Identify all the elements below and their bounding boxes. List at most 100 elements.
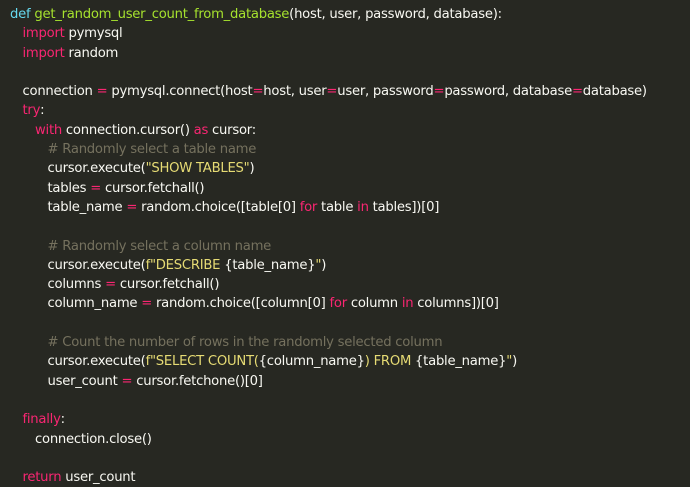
code-token: # Randomly select a column name — [47, 238, 272, 254]
code-line: return user_count — [10, 468, 690, 487]
code-token: = — [105, 277, 116, 293]
code-token: # Randomly select a table name — [47, 142, 257, 158]
code-token: connection.close() — [35, 431, 152, 447]
code-token: user_count — [61, 470, 136, 486]
code-line: cursor.execute(f"SELECT COUNT({column_na… — [10, 352, 690, 371]
code-line: user_count = cursor.fetchone()[0] — [10, 372, 690, 391]
code-editor[interactable]: def get_random_user_count_from_database(… — [0, 0, 690, 485]
code-token: {table_name} — [415, 354, 507, 370]
code-token: cursor.execute( — [47, 354, 146, 370]
code-token: import — [22, 26, 65, 42]
code-token: tables — [47, 180, 91, 196]
code-token: cursor.fetchall() — [101, 180, 205, 196]
code-line: try: — [10, 101, 690, 120]
code-token: table_name — [47, 199, 127, 215]
code-token: in — [357, 199, 369, 215]
code-line: tables = cursor.fetchall() — [10, 179, 690, 198]
code-line: columns = cursor.fetchall() — [10, 275, 690, 294]
code-line: table_name = random.choice([table[0] for… — [10, 198, 690, 217]
code-token: cursor.execute( — [47, 257, 146, 273]
code-token: ) — [249, 161, 255, 177]
code-token: host, user — [263, 84, 327, 100]
code-token: column — [346, 296, 402, 312]
code-token: database) — [582, 84, 647, 100]
code-token: columns — [47, 277, 106, 293]
code-token: user_count — [47, 373, 122, 389]
code-token: as — [193, 122, 209, 138]
code-line: cursor.execute("SHOW TABLES") — [10, 159, 690, 178]
code-token: return — [22, 470, 62, 486]
code-line: import random — [10, 44, 690, 63]
code-token: = — [571, 84, 583, 100]
code-token: # Count the number of rows in the random… — [47, 335, 443, 351]
code-line: # Randomly select a column name — [10, 237, 690, 256]
code-token: = — [121, 373, 133, 389]
code-token: user, password — [337, 84, 434, 100]
code-line: cursor.execute(f"DESCRIBE {table_name} ") — [10, 256, 690, 275]
code-token: get_random_user_count_from_database — [34, 7, 290, 22]
code-token: random — [64, 45, 119, 61]
code-line: def get_random_user_count_from_database(… — [10, 5, 690, 24]
code-token: in — [401, 296, 414, 312]
code-token: connection — [22, 84, 97, 100]
code-token: ) — [321, 257, 327, 273]
code-token: cursor.fetchone()[0] — [132, 373, 263, 389]
code-token: random.choice([column[0] — [152, 296, 330, 312]
code-token: for — [329, 296, 348, 312]
code-token: tables])[0] — [368, 199, 440, 215]
code-token: for — [299, 199, 318, 215]
code-line: connection.close() — [10, 430, 690, 449]
code-line: connection = pymysql.connect(host = host, … — [10, 82, 690, 101]
code-token: ) — [512, 354, 517, 370]
code-block: def get_random_user_count_from_database(… — [10, 5, 690, 487]
code-line: column_name = random.choice([column[0] f… — [10, 294, 690, 313]
code-line: # Count the number of rows in the random… — [10, 333, 690, 352]
code-token: pymysql — [64, 26, 123, 42]
code-token: column_name — [47, 296, 142, 312]
code-token: = — [433, 84, 445, 100]
code-token: = — [126, 199, 138, 215]
code-line: import pymysql — [10, 24, 690, 43]
code-token: password, database — [444, 84, 572, 100]
code-token: table — [317, 199, 358, 215]
code-token: f"DESCRIBE — [145, 257, 225, 273]
code-line: # Randomly select a table name — [10, 140, 690, 159]
code-token: (host, user, password, database): — [289, 7, 502, 22]
code-token: def — [10, 7, 31, 22]
code-token: import — [22, 45, 65, 61]
code-token: {column_name} — [258, 354, 365, 370]
code-token: "SHOW TABLES" — [145, 161, 250, 177]
code-token: : — [40, 103, 45, 119]
code-token: = — [141, 296, 153, 312]
code-token: ) FROM — [364, 354, 416, 370]
code-token: connection.cursor() — [61, 122, 194, 138]
code-token: = — [90, 180, 102, 196]
code-token: columns])[0] — [413, 296, 499, 312]
code-token: try — [22, 103, 41, 119]
code-token: pymysql.connect(host — [107, 84, 253, 100]
code-token: = — [326, 84, 338, 100]
code-token: = — [252, 84, 264, 100]
code-token: = — [96, 84, 108, 100]
